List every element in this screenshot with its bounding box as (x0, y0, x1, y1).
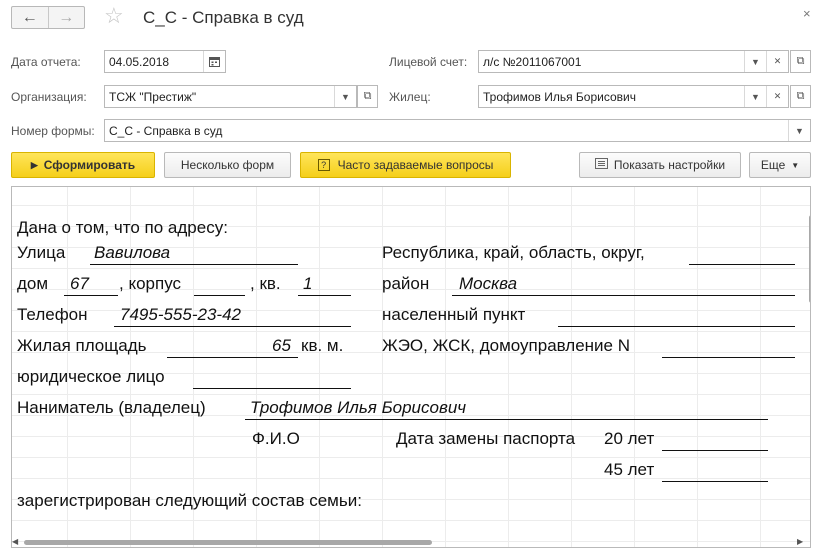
report-document[interactable]: Дана о том, что по адресу: Улица Вавилов… (11, 186, 811, 548)
passport-underline-1 (662, 450, 768, 451)
navigation-buttons: ← → (11, 6, 85, 29)
region-underline (689, 264, 795, 265)
generate-label: Сформировать (43, 158, 136, 172)
building-label: , корпус (119, 274, 181, 293)
faq-label: Часто задаваемые вопросы (337, 158, 494, 172)
close-icon[interactable]: × (803, 6, 811, 21)
open-organization-icon[interactable]: ⧉ (357, 85, 378, 108)
account-value: л/с №2011067001 (483, 54, 582, 69)
housing-org-label: ЖЭО, ЖСК, домоуправление N (382, 336, 631, 355)
apartment-label: , кв. (250, 274, 281, 293)
tenant-value: Трофимов Илья Борисович (250, 398, 467, 417)
organization-label: Организация: (11, 90, 87, 104)
intro-text: Дана о том, что по адресу: (17, 218, 228, 237)
star-icon[interactable]: ☆ (104, 5, 124, 27)
house-underline (64, 295, 118, 296)
legal-entity-underline (193, 388, 351, 389)
open-account-icon[interactable]: ⧉ (790, 50, 811, 73)
phone-value: 7495-555-23-42 (120, 305, 241, 324)
form-number-field[interactable]: С_С - Справка в суд ▼ (104, 119, 811, 142)
dropdown-arrow-icon[interactable]: ▼ (788, 120, 810, 141)
clear-icon[interactable]: ✕ (766, 86, 788, 107)
area-underline (167, 357, 298, 358)
resident-label: Жилец: (389, 90, 431, 104)
account-label: Лицевой счет: (389, 55, 468, 69)
street-underline (90, 264, 298, 265)
more-button[interactable]: Еще ▼ (749, 152, 811, 178)
passport-age-2: 45 лет (604, 460, 655, 479)
arrow-left-icon: ← (21, 8, 38, 26)
apartment-underline (298, 295, 351, 296)
scroll-up-icon[interactable]: ▲ (809, 199, 810, 208)
show-settings-label: Показать настройки (613, 158, 726, 172)
scroll-down-icon[interactable]: ▼ (809, 517, 810, 526)
family-label: зарегистрирован следующий состав семьи: (17, 491, 362, 510)
faq-button[interactable]: ? Часто задаваемые вопросы (300, 152, 511, 178)
vertical-scrollbar[interactable]: ▲ ▼ (808, 187, 810, 547)
region-label: Республика, край, область, округ, (382, 243, 645, 262)
tenant-underline (245, 419, 768, 420)
tenant-label: Наниматель (владелец) (17, 398, 206, 417)
dropdown-arrow-icon[interactable]: ▼ (744, 51, 766, 72)
housing-org-underline (662, 357, 795, 358)
show-settings-button[interactable]: Показать настройки (579, 152, 741, 178)
phone-label: Телефон (17, 305, 88, 324)
settings-list-icon (594, 158, 608, 172)
scroll-left-icon[interactable]: ◀ (12, 537, 18, 546)
clear-icon[interactable]: ✕ (766, 51, 788, 72)
apartment-value: 1 (303, 274, 313, 293)
district-underline (452, 295, 795, 296)
generate-button[interactable]: ▶ Сформировать (11, 152, 155, 178)
vertical-scroll-thumb[interactable] (809, 215, 810, 303)
calendar-icon[interactable] (203, 51, 225, 72)
passport-age-1: 20 лет (604, 429, 655, 448)
area-value: 65 (272, 336, 291, 355)
form-number-label: Номер формы: (11, 124, 95, 138)
locality-label: населенный пункт (382, 305, 526, 324)
district-label: район (382, 274, 430, 293)
locality-underline (558, 326, 795, 327)
organization-value: ТСЖ "Престиж" (109, 89, 197, 104)
house-value: 67 (70, 274, 89, 293)
report-date-label: Дата отчета: (11, 55, 81, 69)
scroll-right-icon[interactable]: ▶ (797, 537, 803, 546)
horizontal-scrollbar[interactable] (24, 540, 794, 546)
organization-field[interactable]: ТСЖ "Престиж" ▼ (104, 85, 357, 108)
play-icon: ▶ (30, 159, 38, 170)
several-forms-button[interactable]: Несколько форм (164, 152, 291, 178)
passport-label: Дата замены паспорта (396, 429, 576, 448)
arrow-right-icon: → (58, 8, 75, 26)
report-date-field[interactable]: 04.05.2018 (104, 50, 226, 73)
form-number-value: С_С - Справка в суд (109, 123, 223, 138)
legal-entity-label: юридическое лицо (17, 367, 165, 386)
street-value: Вавилова (94, 243, 171, 262)
window-title: С_С - Справка в суд (143, 8, 304, 27)
chevron-down-icon: ▼ (791, 160, 800, 170)
question-icon: ? (317, 159, 330, 171)
resident-field[interactable]: Трофимов Илья Борисович ▼ ✕ (478, 85, 789, 108)
forward-button[interactable]: → (47, 7, 85, 28)
building-underline (194, 295, 245, 296)
house-label: дом (17, 274, 49, 293)
district-value: Москва (459, 274, 518, 293)
back-button[interactable]: ← (12, 7, 48, 28)
resident-value: Трофимов Илья Борисович (483, 89, 636, 104)
fio-label: Ф.И.О (252, 429, 300, 448)
horizontal-scroll-thumb[interactable] (24, 540, 432, 545)
area-label: Жилая площадь (17, 336, 147, 355)
phone-underline (114, 326, 351, 327)
area-unit: кв. м. (301, 336, 344, 355)
report-date-value: 04.05.2018 (109, 54, 170, 69)
open-resident-icon[interactable]: ⧉ (790, 85, 811, 108)
dropdown-arrow-icon[interactable]: ▼ (744, 86, 766, 107)
street-label: Улица (17, 243, 66, 262)
passport-underline-2 (662, 481, 768, 482)
account-field[interactable]: л/с №2011067001 ▼ ✕ (478, 50, 789, 73)
more-label: Еще (760, 158, 786, 172)
dropdown-arrow-icon[interactable]: ▼ (334, 86, 356, 107)
